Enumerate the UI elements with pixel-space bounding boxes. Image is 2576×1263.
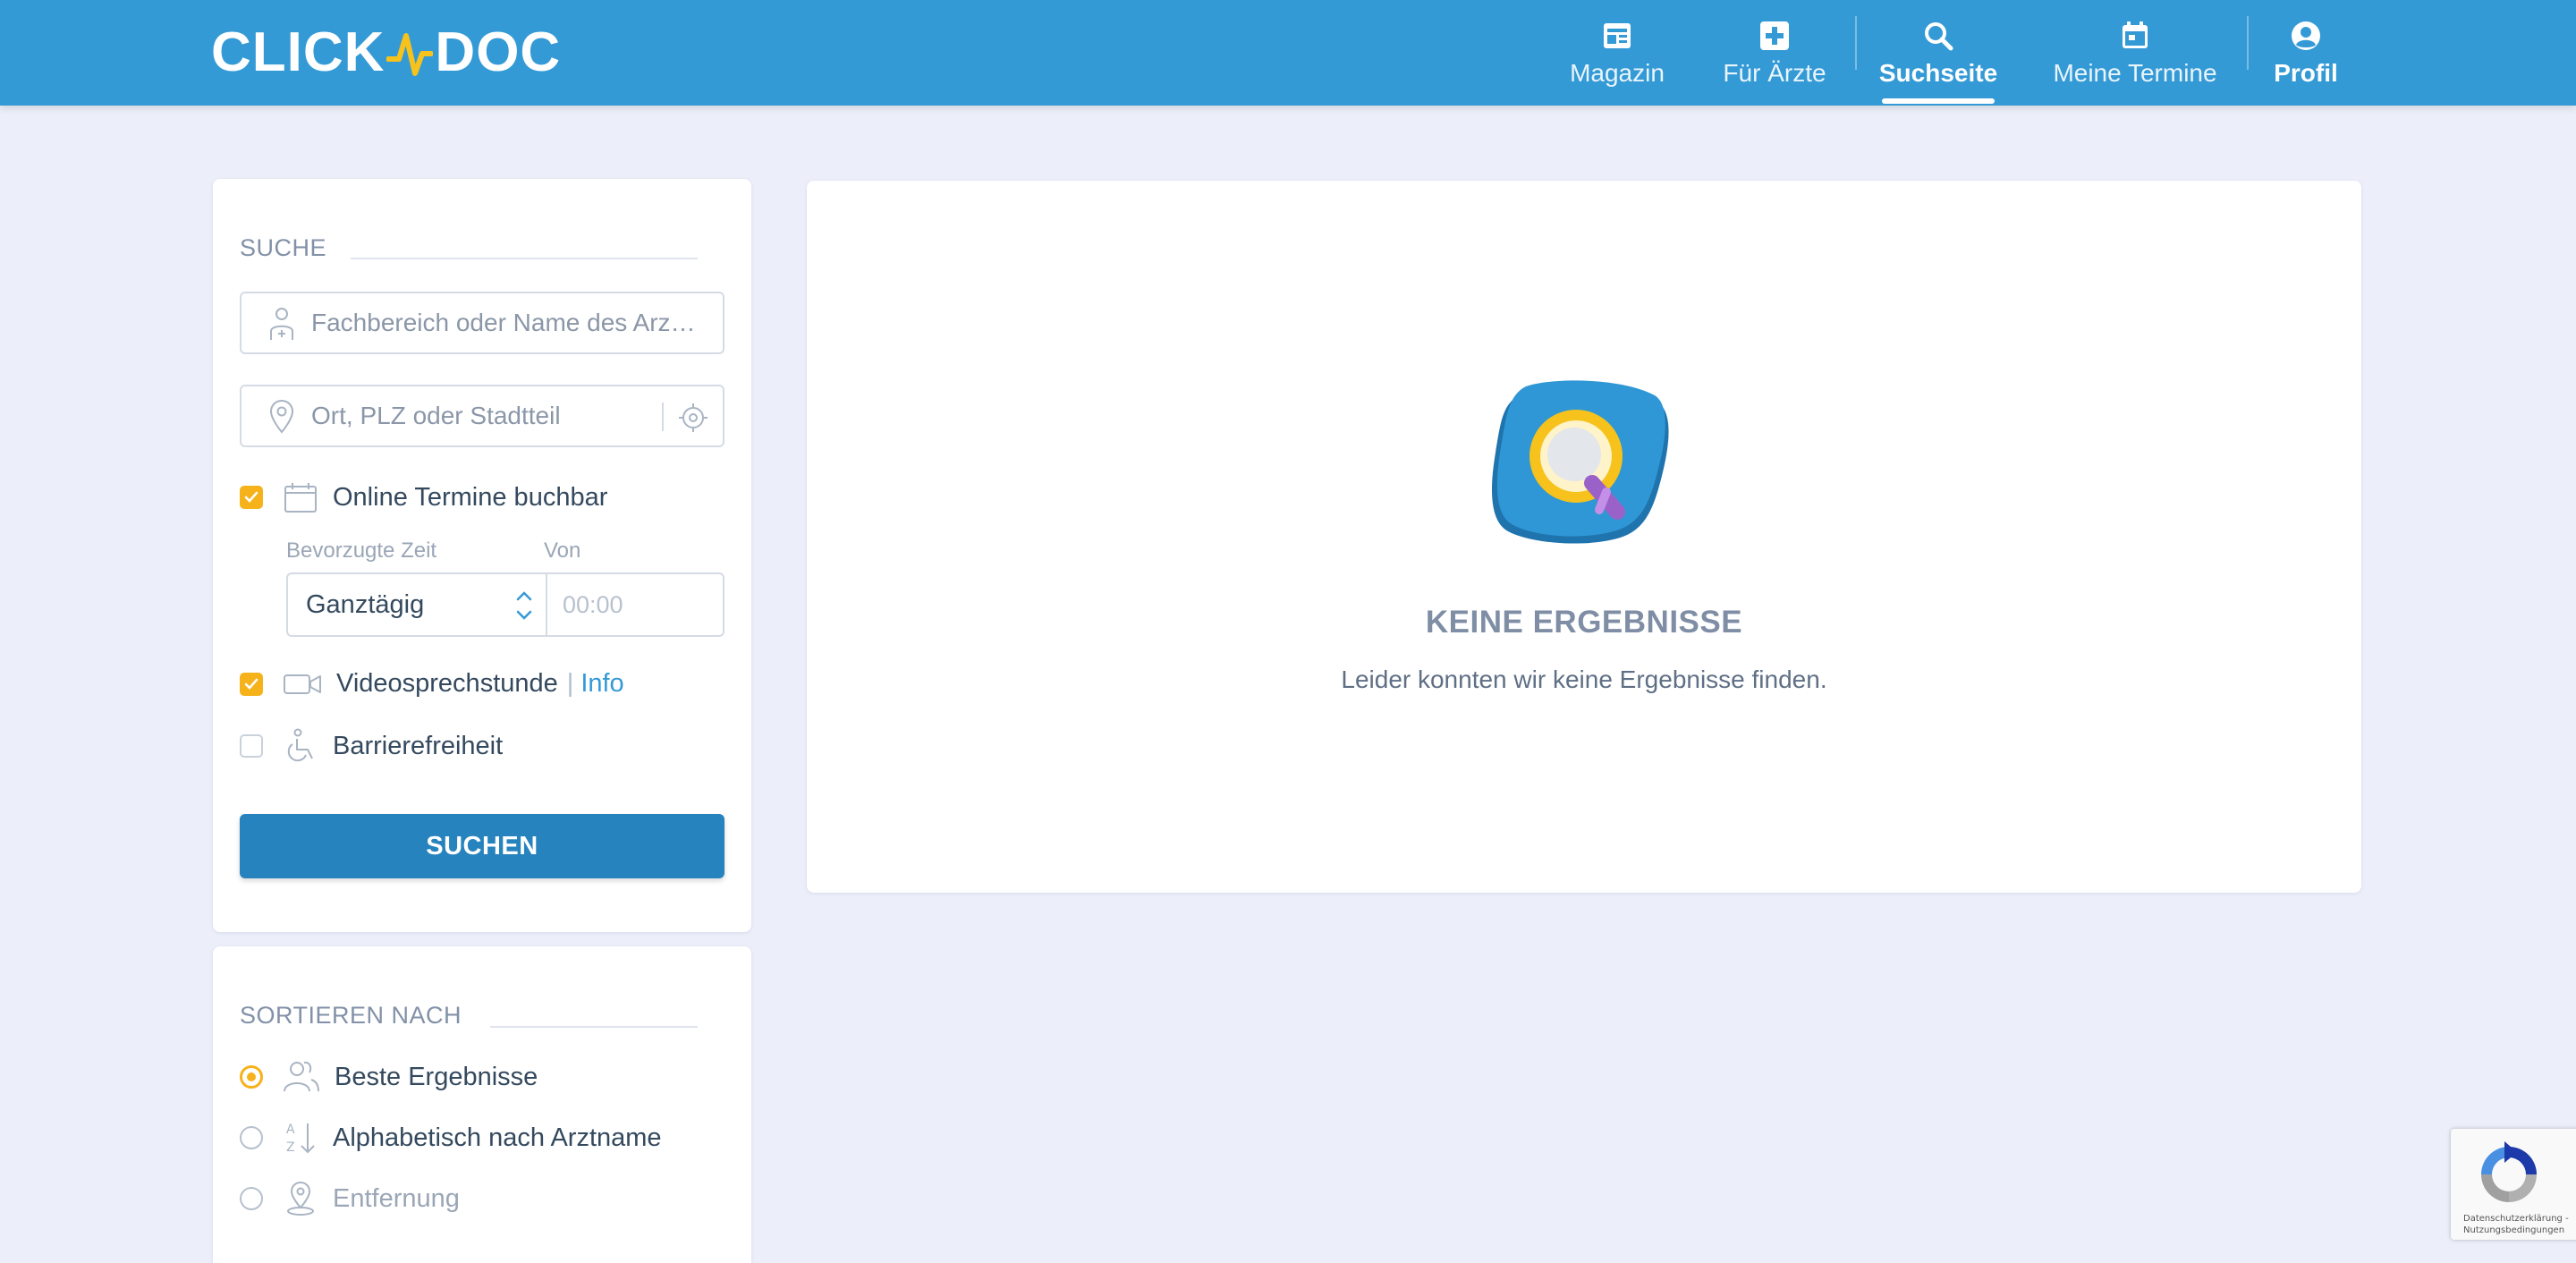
time-from-placeholder: 00:00 — [563, 590, 623, 618]
specialty-placeholder: Fachbereich oder Name des Arz… — [311, 309, 696, 336]
calendar-outline-icon — [284, 483, 317, 513]
input-separator — [662, 403, 664, 431]
calendar-icon — [2123, 21, 2148, 48]
locate-me-icon[interactable] — [678, 403, 708, 433]
sort-panel: SORTIEREN NACH Beste Ergebnisse A Z Alph… — [213, 946, 751, 1263]
section-divider — [351, 258, 698, 259]
results-panel: KEINE ERGEBNISSE Leider konnten wir kein… — [807, 181, 2361, 893]
recaptcha-links[interactable]: Datenschutzerklärung - Nutzungsbedingung… — [2463, 1213, 2569, 1236]
preferred-time-label: Bevorzugte Zeit — [286, 538, 437, 563]
logo-pulse-icon — [386, 33, 434, 76]
accessibility-checkbox[interactable] — [240, 734, 263, 758]
accessibility-filter[interactable]: Barrierefreiheit — [240, 728, 503, 764]
sort-option-label: Beste Ergebnisse — [335, 1062, 538, 1091]
location-pin-icon — [269, 399, 294, 434]
location-search-input[interactable]: Ort, PLZ oder Stadtteil — [240, 385, 724, 447]
video-consultation-label: Videosprechstunde — [336, 669, 558, 698]
nav-suchseite[interactable]: Suchseite — [1878, 0, 1998, 106]
location-placeholder: Ort, PLZ oder Stadtteil — [311, 402, 561, 429]
no-results-message: Leider konnten wir keine Ergebnisse find… — [1341, 665, 1827, 693]
online-booking-label: Online Termine buchbar — [333, 482, 608, 512]
select-updown-icon — [516, 591, 532, 620]
users-icon — [284, 1061, 319, 1092]
search-submit-button[interactable]: SUCHEN — [240, 814, 724, 878]
logo-text-right: DOC — [435, 21, 562, 83]
sort-option-best-results[interactable]: Beste Ergebnisse — [240, 1059, 538, 1095]
nav-profil[interactable]: Profil — [2272, 0, 2340, 106]
video-camera-icon — [284, 674, 321, 694]
user-circle-icon — [2292, 21, 2320, 50]
svg-text:A: A — [286, 1123, 295, 1137]
logo-text-left: CLICK — [211, 21, 386, 83]
online-booking-checkbox[interactable] — [240, 486, 263, 509]
sort-radio[interactable] — [240, 1065, 263, 1089]
nav-label: Für Ärzte — [1723, 59, 1826, 87]
doctor-icon — [270, 308, 293, 340]
checkmark-icon — [244, 678, 258, 690]
distance-pin-icon — [287, 1181, 314, 1216]
video-info-link[interactable]: Info — [580, 669, 623, 699]
info-separator: | — [566, 669, 574, 698]
no-results-illustration — [1491, 380, 1669, 544]
clickdoc-logo[interactable]: CLICK DOC — [211, 21, 562, 83]
sort-option-alphabetical[interactable]: A Z Alphabetisch nach Arztname — [240, 1120, 662, 1156]
from-label: Von — [544, 538, 581, 563]
nav-label: Magazin — [1570, 59, 1665, 87]
sort-radio[interactable] — [240, 1187, 263, 1210]
accessibility-label: Barrierefreiheit — [333, 731, 504, 760]
sort-radio[interactable] — [240, 1126, 263, 1149]
recaptcha-badge[interactable]: Datenschutzerklärung - Nutzungsbedingung… — [2451, 1129, 2576, 1240]
video-consultation-checkbox[interactable] — [240, 672, 263, 696]
nav-label: Suchseite — [1878, 59, 1998, 87]
newspaper-icon — [1604, 23, 1631, 48]
search-panel: SUCHE Fachbereich oder Name des Arz… Ort… — [213, 179, 751, 932]
nav-label: Profil — [2274, 59, 2338, 87]
nav-divider — [2247, 16, 2249, 70]
recaptcha-icon — [2481, 1141, 2537, 1202]
preferred-time-value: Ganztägig — [306, 589, 425, 619]
specialty-search-input[interactable]: Fachbereich oder Name des Arz… — [240, 292, 724, 354]
preferred-time-select[interactable]: Ganztägig — [286, 572, 547, 637]
nav-label: Meine Termine — [2053, 59, 2217, 87]
svg-text:Z: Z — [286, 1140, 295, 1155]
time-from-input[interactable]: 00:00 — [546, 572, 724, 637]
checkmark-icon — [244, 491, 258, 503]
sort-section-title: SORTIEREN NACH — [240, 1002, 462, 1029]
top-navigation-bar: CLICK DOC Magazin Für Ärzte Suchseite Me… — [0, 0, 2576, 106]
medical-cross-icon — [1760, 21, 1789, 50]
sort-alpha-icon: A Z — [286, 1123, 315, 1155]
nav-magazin[interactable]: Magazin — [1565, 0, 1669, 106]
nav-fuer-aerzte[interactable]: Für Ärzte — [1719, 0, 1830, 106]
online-booking-filter[interactable]: Online Termine buchbar — [240, 481, 607, 513]
nav-meine-termine[interactable]: Meine Termine — [2050, 0, 2220, 106]
wheelchair-icon — [287, 728, 313, 762]
video-consultation-filter[interactable]: Videosprechstunde | Info — [240, 669, 624, 699]
sort-option-label: Alphabetisch nach Arztname — [333, 1123, 662, 1152]
recaptcha-terms-link[interactable]: Nutzungsbedingungen — [2463, 1225, 2569, 1236]
nav-divider — [1855, 16, 1857, 70]
section-divider — [490, 1026, 698, 1028]
search-section-title: SUCHE — [240, 234, 327, 261]
recaptcha-privacy-link[interactable]: Datenschutzerklärung - — [2463, 1213, 2569, 1225]
no-results-title: KEINE ERGEBNISSE — [1425, 605, 1743, 640]
sort-option-label: Entfernung — [333, 1183, 460, 1213]
sort-option-distance[interactable]: Entfernung — [240, 1181, 460, 1216]
search-icon — [1925, 22, 1953, 51]
